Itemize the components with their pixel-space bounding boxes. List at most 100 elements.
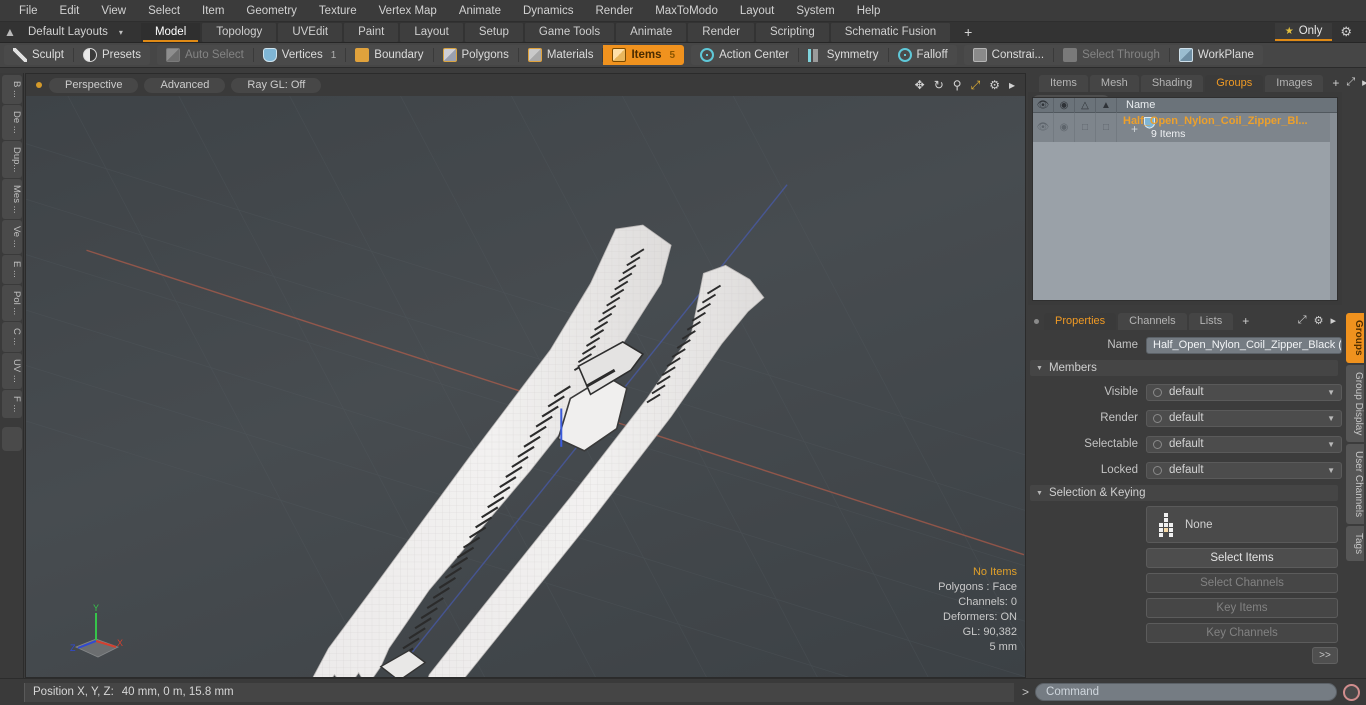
- right-rail-tab-groups[interactable]: Groups: [1346, 313, 1364, 363]
- menu-item-view[interactable]: View: [90, 0, 137, 22]
- menu-item-system[interactable]: System: [785, 0, 845, 22]
- overflow-button[interactable]: >>: [1312, 647, 1338, 664]
- falloff-button[interactable]: Falloff: [889, 45, 957, 65]
- menu-item-geometry[interactable]: Geometry: [235, 0, 308, 22]
- tab-model[interactable]: Model: [141, 23, 200, 42]
- selectable-dropdown[interactable]: default ▼: [1146, 436, 1342, 453]
- vertices-button[interactable]: Vertices 1: [254, 45, 345, 65]
- zipper-3d-model[interactable]: [26, 96, 1025, 677]
- group-list[interactable]: 👁 ◉ △ ▲ Name 👁 ◉ □ □ +: [1032, 97, 1338, 301]
- left-rail-tab-9[interactable]: F ...: [2, 390, 22, 418]
- record-icon[interactable]: [1343, 684, 1360, 701]
- command-input[interactable]: Command: [1035, 683, 1337, 701]
- tab-properties[interactable]: Properties: [1044, 313, 1116, 330]
- right-rail-tab-group-display[interactable]: Group Display: [1346, 365, 1364, 442]
- tab-layout[interactable]: Layout: [400, 23, 463, 42]
- viewport-canvas[interactable]: No Items Polygons : Face Channels: 0 Def…: [26, 96, 1025, 677]
- row-eye-toggle[interactable]: 👁: [1033, 113, 1054, 142]
- action-center-button[interactable]: Action Center: [691, 45, 798, 65]
- tab-groups[interactable]: Groups: [1205, 75, 1263, 92]
- menu-item-file[interactable]: File: [8, 0, 49, 22]
- left-rail-tab-6[interactable]: Pol ...: [2, 285, 22, 321]
- gear-icon[interactable]: ⚙: [989, 78, 1000, 92]
- add-properties-tab-button[interactable]: +: [1235, 313, 1256, 330]
- select-channels-button[interactable]: Select Channels: [1146, 573, 1338, 593]
- locked-dropdown[interactable]: default ▼: [1146, 462, 1342, 479]
- arrow-right-icon[interactable]: ▸: [1009, 78, 1015, 92]
- render-dropdown[interactable]: default ▼: [1146, 410, 1342, 427]
- add-panel-tab-button[interactable]: +: [1325, 75, 1346, 92]
- expand-icon[interactable]: ⤢: [1346, 76, 1355, 89]
- materials-button[interactable]: Materials: [519, 45, 603, 65]
- row-render-toggle[interactable]: ◉: [1054, 113, 1075, 142]
- tab-items[interactable]: Items: [1039, 75, 1088, 92]
- right-rail-tab-tags[interactable]: Tags: [1346, 526, 1364, 561]
- tab-uvedit[interactable]: UVEdit: [278, 23, 342, 42]
- menu-item-select[interactable]: Select: [137, 0, 191, 22]
- tab-lists[interactable]: Lists: [1189, 313, 1234, 330]
- home-icon[interactable]: ▲: [0, 25, 20, 39]
- expand-icon[interactable]: ⤢: [1298, 314, 1307, 327]
- zoom-icon[interactable]: ⚲: [953, 78, 962, 92]
- tab-channels[interactable]: Channels: [1118, 313, 1186, 330]
- menu-item-edit[interactable]: Edit: [49, 0, 91, 22]
- left-rail-tab-2[interactable]: Dup...: [2, 141, 22, 178]
- tab-scripting[interactable]: Scripting: [756, 23, 829, 42]
- sculpt-button[interactable]: Sculpt: [4, 45, 73, 65]
- menu-item-render[interactable]: Render: [584, 0, 644, 22]
- viewport-shading-button[interactable]: Advanced: [144, 78, 225, 93]
- tab-game-tools[interactable]: Game Tools: [525, 23, 614, 42]
- left-rail-tab-5[interactable]: E ...: [2, 255, 22, 284]
- menu-item-animate[interactable]: Animate: [448, 0, 512, 22]
- tab-setup[interactable]: Setup: [465, 23, 523, 42]
- select-through-button[interactable]: Select Through: [1054, 45, 1169, 65]
- tab-paint[interactable]: Paint: [344, 23, 398, 42]
- chevron-right-icon[interactable]: ▸: [1362, 76, 1366, 89]
- symmetry-button[interactable]: Symmetry: [799, 45, 888, 65]
- polygons-button[interactable]: Polygons: [434, 45, 518, 65]
- eye-icon[interactable]: 👁: [1033, 98, 1054, 113]
- viewport-perspective-button[interactable]: Perspective: [49, 78, 138, 93]
- layout-selector[interactable]: Default Layouts ▾: [20, 26, 123, 38]
- shade-icon[interactable]: ▲: [1096, 98, 1117, 113]
- gear-icon[interactable]: ⚙: [1332, 24, 1360, 40]
- table-row[interactable]: 👁 ◉ □ □ + Half_Open_Nylon_Coil_Zipper_Bl…: [1033, 113, 1337, 142]
- constraint-button[interactable]: Constrai...: [964, 45, 1053, 65]
- boundary-button[interactable]: Boundary: [346, 45, 432, 65]
- key-items-button[interactable]: Key Items: [1146, 598, 1338, 618]
- selection-set-field[interactable]: None: [1146, 506, 1338, 543]
- menu-item-dynamics[interactable]: Dynamics: [512, 0, 584, 22]
- viewport-3d[interactable]: Perspective Advanced Ray GL: Off ✥ ↻ ⚲ ⤢…: [25, 73, 1026, 678]
- items-button[interactable]: Items 5: [603, 45, 684, 65]
- auto-select-button[interactable]: Auto Select: [157, 45, 253, 65]
- tab-shading[interactable]: Shading: [1141, 75, 1203, 92]
- only-toggle-button[interactable]: ★ Only: [1275, 23, 1333, 41]
- fit-icon[interactable]: ⤢: [971, 78, 981, 93]
- tab-animate[interactable]: Animate: [616, 23, 686, 42]
- group-name[interactable]: Half_Open_Nylon_Coil_Zipper_Bl...: [1123, 115, 1308, 127]
- right-rail-tab-user-channels[interactable]: User Channels: [1346, 444, 1364, 524]
- visible-dropdown[interactable]: default ▼: [1146, 384, 1342, 401]
- group-list-empty-area[interactable]: [1033, 142, 1337, 300]
- left-rail-tab-1[interactable]: De ...: [2, 105, 22, 140]
- left-rail-tab-3[interactable]: Mes ...: [2, 179, 22, 220]
- chevron-right-icon[interactable]: ▸: [1330, 314, 1336, 327]
- presets-button[interactable]: Presets: [74, 45, 150, 65]
- menu-item-maxtomodo[interactable]: MaxToModo: [644, 0, 729, 22]
- tab-topology[interactable]: Topology: [202, 23, 276, 42]
- rotate-icon[interactable]: ↻: [934, 78, 944, 92]
- members-section-header[interactable]: ▼ Members: [1030, 360, 1338, 376]
- menu-item-item[interactable]: Item: [191, 0, 235, 22]
- menu-item-layout[interactable]: Layout: [729, 0, 786, 22]
- move-icon[interactable]: ✥: [915, 78, 925, 92]
- menu-item-vertex-map[interactable]: Vertex Map: [368, 0, 448, 22]
- row-wire-toggle[interactable]: □: [1075, 113, 1096, 142]
- key-channels-button[interactable]: Key Channels: [1146, 623, 1338, 643]
- add-tab-button[interactable]: +: [952, 23, 984, 42]
- selection-keying-section-header[interactable]: ▼ Selection & Keying: [1030, 485, 1338, 501]
- left-rail-collapse-stub[interactable]: [2, 427, 22, 451]
- gear-icon[interactable]: ⚙: [1314, 314, 1324, 327]
- tab-mesh[interactable]: Mesh ...: [1090, 75, 1139, 92]
- left-rail-tab-4[interactable]: Ve ...: [2, 220, 22, 254]
- render-icon[interactable]: ◉: [1054, 98, 1075, 113]
